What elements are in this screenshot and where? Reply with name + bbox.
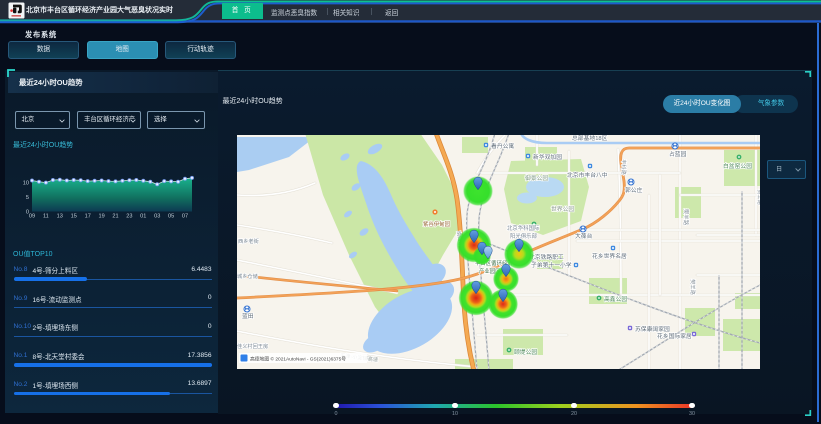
svg-text:北京铁路职工: 北京铁路职工 bbox=[529, 253, 564, 261]
svg-text:花乡世界名居: 花乡世界名居 bbox=[592, 252, 627, 260]
svg-text:颐堤公园: 颐堤公园 bbox=[514, 348, 537, 356]
svg-text:新华双加园: 新华双加园 bbox=[533, 153, 562, 161]
svg-text:15: 15 bbox=[71, 214, 77, 220]
svg-text:21: 21 bbox=[112, 214, 118, 220]
svg-text:御景公园: 御景公园 bbox=[525, 174, 548, 182]
svg-text:高德地图 © 2021AutoNavi - GS(2021): 高德地图 © 2021AutoNavi - GS(2021)6375号 bbox=[250, 356, 346, 363]
svg-text:07: 07 bbox=[182, 214, 188, 220]
svg-text:丰科路: 丰科路 bbox=[620, 159, 628, 175]
svg-text:子弟第十一小学: 子弟第十一小学 bbox=[531, 261, 572, 269]
svg-text:01: 01 bbox=[140, 214, 146, 220]
svg-text:花乡国际家居: 花乡国际家居 bbox=[657, 332, 692, 340]
svg-text:北京市丰台八中: 北京市丰台八中 bbox=[567, 171, 608, 179]
svg-text:5: 5 bbox=[26, 195, 29, 201]
svg-text:北京华科国际: 北京华科国际 bbox=[507, 224, 540, 232]
svg-text:05: 05 bbox=[168, 214, 174, 220]
svg-text:09: 09 bbox=[29, 214, 35, 220]
svg-text:白盆窑公园: 白盆窑公园 bbox=[723, 162, 752, 170]
svg-text:苏保康阔家园: 苏保康阔家园 bbox=[635, 325, 670, 333]
svg-text:占蓝园: 占蓝园 bbox=[669, 150, 687, 158]
svg-text:03: 03 bbox=[154, 214, 160, 220]
svg-text:紫谷伊甸园: 紫谷伊甸园 bbox=[423, 220, 450, 228]
svg-text:樊羊路: 樊羊路 bbox=[682, 209, 690, 226]
svg-text:世界公园: 世界公园 bbox=[551, 205, 574, 213]
svg-text:10: 10 bbox=[23, 180, 29, 186]
svg-text:17: 17 bbox=[85, 214, 91, 220]
svg-text:贵羊路: 贵羊路 bbox=[756, 189, 760, 205]
svg-text:看丹公寓: 看丹公寓 bbox=[491, 142, 514, 150]
svg-text:高鑫公园: 高鑫公园 bbox=[604, 295, 627, 303]
svg-text:城乡仓储: 城乡仓储 bbox=[237, 272, 258, 280]
svg-text:樊羊路: 樊羊路 bbox=[689, 279, 697, 295]
svg-text:总部基地18区: 总部基地18区 bbox=[572, 135, 608, 142]
svg-text:0: 0 bbox=[26, 210, 29, 216]
svg-text:西乡老街: 西乡老街 bbox=[238, 237, 259, 245]
svg-text:13: 13 bbox=[57, 214, 63, 220]
svg-text:大葆台: 大葆台 bbox=[575, 232, 593, 240]
svg-text:郭公庄: 郭公庄 bbox=[625, 186, 643, 194]
svg-text:11: 11 bbox=[43, 214, 49, 220]
svg-text:佳义村回王房: 佳义村回王房 bbox=[237, 342, 268, 350]
svg-text:19: 19 bbox=[98, 214, 104, 220]
svg-text:蓝田: 蓝田 bbox=[242, 312, 254, 320]
svg-text:阳光俱乐部: 阳光俱乐部 bbox=[510, 232, 538, 240]
svg-text:23: 23 bbox=[126, 214, 132, 220]
